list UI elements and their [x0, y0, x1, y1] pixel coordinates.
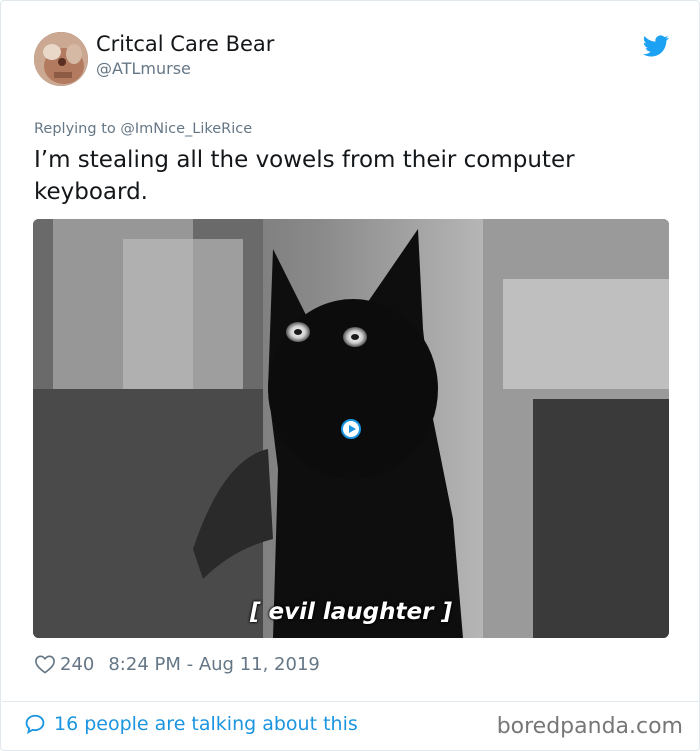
comment-bubble-icon [25, 714, 45, 735]
twitter-bird-icon[interactable] [643, 34, 669, 58]
gif-watermark: ETERNAL-WEEKEND [545, 221, 663, 232]
tweet-timestamp[interactable]: 8:24 PM - Aug 11, 2019 [108, 654, 320, 675]
reply-context: Replying to @ImNice_LikeRice [34, 121, 252, 137]
tweet-text: I’m stealing all the vowels from their c… [34, 147, 575, 205]
author-name[interactable]: Critcal Care Bear [96, 32, 274, 56]
author-handle[interactable]: @ATLmurse [96, 59, 191, 78]
avatar-photo [34, 32, 88, 86]
conversation-link[interactable]: 16 people are talking about this [24, 713, 358, 735]
heart-icon[interactable] [34, 654, 56, 674]
tweet-media-gif[interactable]: ETERNAL-WEEKEND [ evil laughter ] [33, 219, 669, 638]
tweet-meta: 240 8:24 PM - Aug 11, 2019 [34, 651, 320, 677]
avatar[interactable] [34, 32, 88, 86]
tweet-card: Critcal Care Bear @ATLmurse Replying to … [0, 0, 700, 751]
like-count[interactable]: 240 [60, 654, 94, 675]
play-icon[interactable] [341, 419, 361, 439]
conversation-text[interactable]: 16 people are talking about this [54, 713, 358, 735]
reply-mention-link[interactable]: @ImNice_LikeRice [120, 121, 252, 137]
divider [2, 701, 699, 702]
brand-watermark: boredpanda.com [496, 714, 683, 739]
reply-prefix: Replying to [34, 121, 121, 137]
gif-subtitle: [ evil laughter ] [250, 599, 452, 625]
